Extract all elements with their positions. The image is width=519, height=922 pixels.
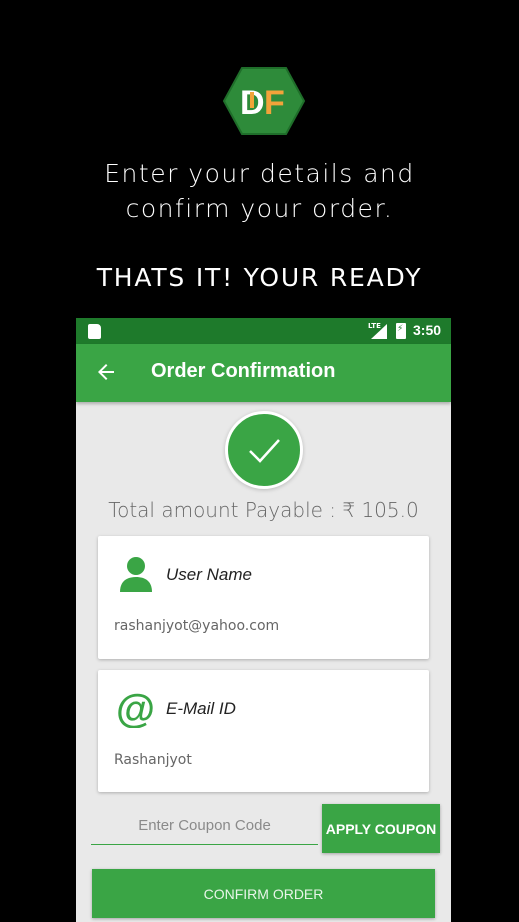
- promo-headline-line2: confirm your order.: [125, 194, 394, 223]
- person-icon: [116, 554, 156, 594]
- user-name-label: User Name: [166, 565, 252, 584]
- user-name-card: User Name rashanjyot@yahoo.com: [98, 536, 429, 659]
- phone-screen: LTE 3:50 Order Confirmation Total amount…: [76, 318, 451, 922]
- confirm-order-button[interactable]: CONFIRM ORDER: [92, 869, 435, 918]
- user-name-value: rashanjyot@yahoo.com: [114, 618, 280, 634]
- email-label: E-Mail ID: [166, 699, 236, 718]
- battery-charging-icon: [396, 323, 406, 339]
- sd-card-icon: [88, 324, 101, 339]
- back-arrow-icon[interactable]: [94, 360, 118, 384]
- at-sign-icon: @: [116, 687, 156, 731]
- total-amount: Total amount Payable : ₹ 105.0: [108, 498, 419, 522]
- email-card: @ E-Mail ID Rashanjyot: [98, 670, 429, 792]
- apply-coupon-button[interactable]: APPLY COUPON: [322, 804, 440, 853]
- app-bar: Order Confirmation: [76, 344, 451, 402]
- promo-tagline: THATS IT! YOUR READY: [96, 263, 423, 292]
- success-check-icon: [225, 411, 303, 489]
- page-title: Order Confirmation: [151, 360, 336, 382]
- signal-icon: [371, 324, 387, 339]
- promo-headline: Enter your details and confirm your orde…: [0, 156, 519, 226]
- svg-text:@: @: [116, 688, 155, 728]
- app-logo: D F: [222, 66, 306, 136]
- svg-text:F: F: [264, 84, 285, 122]
- coupon-code-input[interactable]: [91, 807, 318, 845]
- promo-headline-line1: Enter your details and: [104, 159, 415, 188]
- status-time: 3:50: [413, 322, 442, 338]
- status-bar: LTE 3:50: [76, 318, 451, 344]
- email-value: Rashanjyot: [114, 752, 192, 768]
